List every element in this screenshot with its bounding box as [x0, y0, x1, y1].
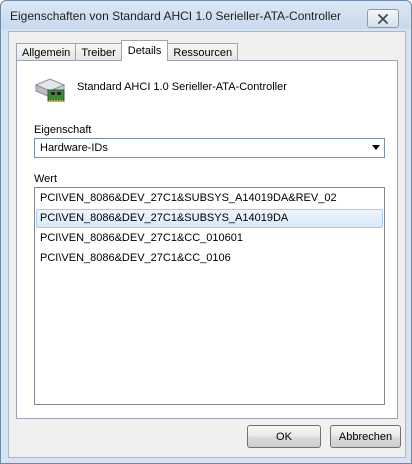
- disk-controller-icon: [34, 76, 66, 107]
- close-button[interactable]: [367, 9, 399, 28]
- ok-button[interactable]: OK: [247, 425, 321, 448]
- property-selected-value: Hardware-IDs: [40, 142, 108, 154]
- cancel-button[interactable]: Abbrechen: [330, 425, 401, 448]
- window-title: Eigenschaften von Standard AHCI 1.0 Seri…: [10, 9, 342, 23]
- tab-details[interactable]: Details: [120, 40, 169, 61]
- value-list[interactable]: PCI\VEN_8086&DEV_27C1&SUBSYS_A14019DA&RE…: [34, 187, 385, 405]
- tab-ressourcen[interactable]: Ressourcen: [167, 43, 239, 61]
- properties-dialog: Eigenschaften von Standard AHCI 1.0 Seri…: [0, 0, 412, 464]
- dialog-body: Allgemein Treiber Details Ressourcen Sta…: [8, 31, 406, 458]
- list-item[interactable]: PCI\VEN_8086&DEV_27C1&CC_0106: [36, 249, 383, 268]
- device-name: Standard AHCI 1.0 Serieller-ATA-Controll…: [77, 81, 287, 93]
- list-item-selected[interactable]: PCI\VEN_8086&DEV_27C1&SUBSYS_A14019DA: [36, 209, 383, 228]
- details-panel: Standard AHCI 1.0 Serieller-ATA-Controll…: [16, 60, 398, 419]
- tab-treiber[interactable]: Treiber: [75, 43, 122, 61]
- chevron-down-icon: [372, 145, 380, 150]
- tab-allgemein[interactable]: Allgemein: [16, 43, 77, 61]
- property-label: Eigenschaft: [34, 124, 92, 136]
- list-item[interactable]: PCI\VEN_8086&DEV_27C1&CC_010601: [36, 229, 383, 248]
- title-bar[interactable]: Eigenschaften von Standard AHCI 1.0 Seri…: [1, 1, 411, 31]
- list-item[interactable]: PCI\VEN_8086&DEV_27C1&SUBSYS_A14019DA&RE…: [36, 189, 383, 208]
- close-icon: [378, 13, 388, 24]
- property-select[interactable]: Hardware-IDs: [34, 138, 385, 158]
- value-label: Wert: [34, 173, 58, 185]
- tab-bar: Allgemein Treiber Details Ressourcen: [16, 40, 239, 61]
